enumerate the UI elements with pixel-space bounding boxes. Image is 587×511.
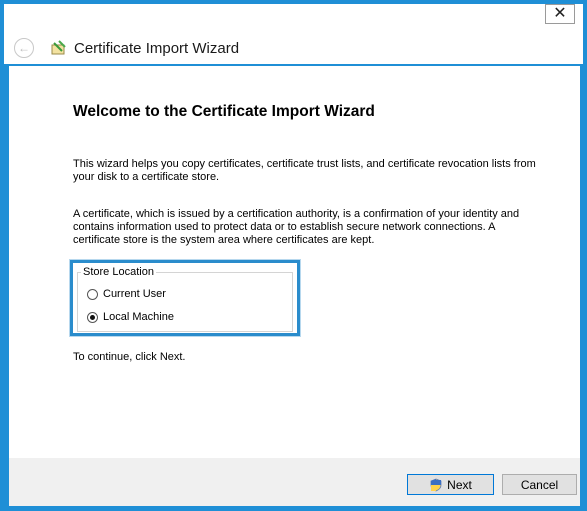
certificate-description: A certificate, which is issued by a cert… bbox=[73, 208, 520, 246]
certificate-wizard-icon bbox=[51, 40, 66, 55]
continue-text: To continue, click Next. bbox=[73, 351, 186, 363]
wizard-content: Welcome to the Certificate Import Wizard… bbox=[9, 66, 580, 458]
window-chrome: ✕ ← Certificate Import Wizard bbox=[4, 4, 583, 64]
next-button[interactable]: Next bbox=[407, 474, 494, 495]
wizard-title: Certificate Import Wizard bbox=[74, 39, 240, 57]
radio-current-user-label: Current User bbox=[103, 288, 166, 300]
intro-paragraph: This wizard helps you copy certificates,… bbox=[73, 158, 536, 183]
radio-current-user-button[interactable] bbox=[87, 288, 98, 300]
page-title: Welcome to the Certificate Import Wizard bbox=[73, 103, 375, 120]
close-button[interactable]: ✕ bbox=[545, 4, 575, 24]
radio-local-machine-label: Local Machine bbox=[103, 311, 174, 323]
cancel-label: Cancel bbox=[520, 477, 559, 492]
wizard-header: ← Certificate Import Wizard bbox=[14, 38, 239, 58]
store-location-legend: Store Location bbox=[81, 266, 156, 278]
back-arrow-icon: ← bbox=[18, 41, 30, 55]
cancel-button[interactable]: Cancel bbox=[502, 474, 577, 495]
radio-current-user[interactable]: Current User bbox=[87, 288, 166, 300]
radio-local-machine-button[interactable] bbox=[87, 311, 98, 323]
wizard-footer: Next Cancel bbox=[9, 458, 580, 506]
close-icon: ✕ bbox=[553, 5, 567, 22]
radio-local-machine[interactable]: Local Machine bbox=[87, 311, 174, 323]
next-label: Next bbox=[447, 477, 472, 492]
wizard-window: ✕ ← Certificate Import Wizard Welcome to… bbox=[0, 0, 587, 511]
store-location-group bbox=[77, 272, 293, 332]
back-button[interactable]: ← bbox=[14, 38, 34, 58]
uac-shield-icon bbox=[430, 478, 442, 491]
